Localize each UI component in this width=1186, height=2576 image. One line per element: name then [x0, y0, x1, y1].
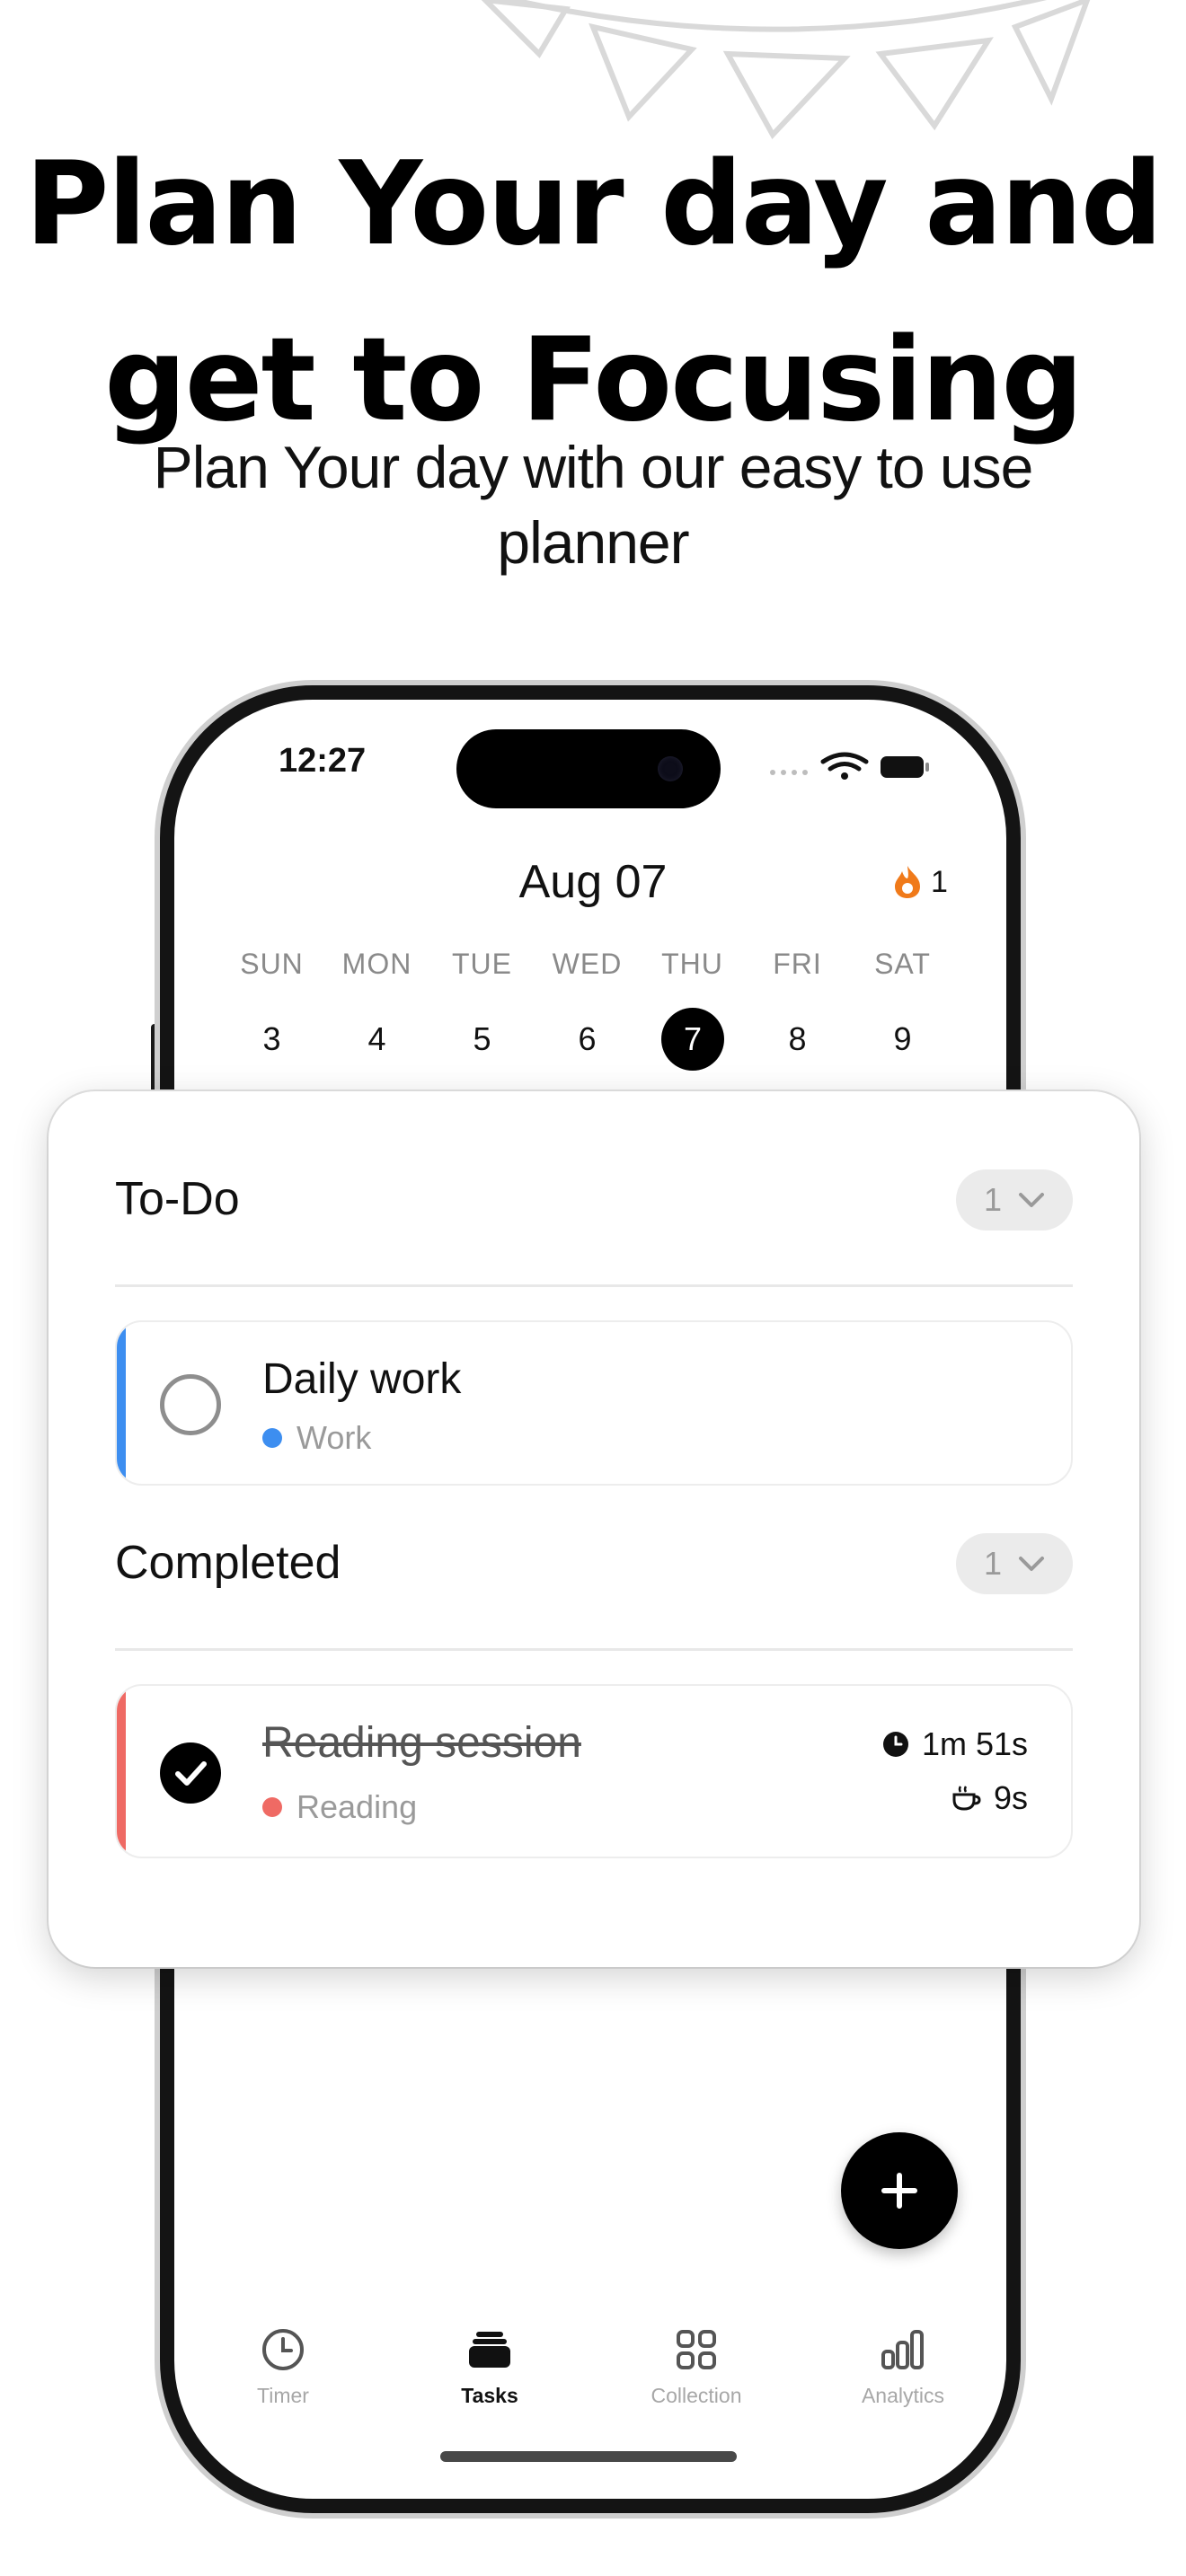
- chevron-down-icon: [1019, 1193, 1045, 1207]
- task-checkbox[interactable]: [160, 1374, 221, 1435]
- todo-count-toggle[interactable]: 1: [956, 1169, 1073, 1231]
- stack-icon: [469, 2332, 510, 2368]
- task-category-label: Reading: [296, 1788, 418, 1825]
- tab-collection[interactable]: Collection: [593, 2325, 800, 2423]
- tab-tasks[interactable]: Tasks: [386, 2325, 593, 2423]
- coffee-cup-icon: [952, 1786, 981, 1811]
- tab-label: Tasks: [461, 2384, 518, 2407]
- category-color-bar: [117, 1322, 126, 1484]
- tab-timer[interactable]: Timer: [180, 2325, 386, 2423]
- completed-task-item[interactable]: Reading session Reading 1m 51s 9s: [115, 1684, 1073, 1858]
- camera-icon: [658, 756, 683, 781]
- day-button[interactable]: 9: [850, 1008, 955, 1071]
- day-button-selected[interactable]: 7: [661, 1008, 724, 1071]
- weekday-row: SUN MON TUE WED THU FRI SAT: [219, 948, 1010, 981]
- completed-count-toggle[interactable]: 1: [956, 1533, 1073, 1594]
- divider: [115, 1648, 1073, 1651]
- flame-icon: [895, 866, 920, 898]
- promo-headline: Plan Your day and get to Focusing: [0, 117, 1186, 469]
- clock-filled-icon: [882, 1732, 908, 1757]
- task-title: Daily work: [262, 1355, 462, 1403]
- task-title: Reading session: [262, 1719, 581, 1767]
- break-time: 9s: [951, 1779, 1028, 1817]
- day-button[interactable]: 6: [535, 1008, 640, 1071]
- battery-icon: [881, 756, 929, 778]
- add-task-button[interactable]: [841, 2132, 958, 2249]
- focus-time: 1m 51s: [882, 1725, 1028, 1763]
- task-category-label: Work: [296, 1419, 372, 1456]
- weekday-label: THU: [661, 948, 723, 980]
- category-dot: [262, 1797, 282, 1817]
- bar-chart-icon: [881, 2330, 924, 2369]
- weekday-label: MON: [341, 948, 412, 980]
- focus-time-value: 1m 51s: [921, 1725, 1028, 1762]
- plus-icon: [881, 2173, 917, 2209]
- todo-section-title: To-Do: [115, 1173, 240, 1225]
- day-button[interactable]: 3: [219, 1008, 324, 1071]
- completed-count: 1: [983, 1545, 1003, 1582]
- month-label[interactable]: Aug 07: [413, 855, 773, 909]
- task-category: Reading: [262, 1788, 417, 1826]
- streak-count: 1: [931, 864, 948, 899]
- weekday-label: SUN: [240, 948, 304, 980]
- streak-badge[interactable]: 1: [891, 864, 948, 900]
- promo-subheadline: Plan Your day with our easy to use plann…: [153, 434, 1034, 576]
- weekday-label: WED: [552, 948, 623, 980]
- tab-analytics[interactable]: Analytics: [800, 2325, 1006, 2423]
- clock-icon: [262, 2329, 304, 2370]
- completed-section-title: Completed: [115, 1537, 341, 1589]
- weekday-label: FRI: [773, 948, 822, 980]
- day-row: 3 4 5 6 7 8 9: [219, 1008, 1010, 1071]
- day-button[interactable]: 8: [745, 1008, 850, 1071]
- tab-label: Timer: [257, 2384, 309, 2407]
- category-color-bar: [117, 1686, 126, 1857]
- tasks-card: To-Do 1 Daily work Work Completed 1 Read…: [49, 1091, 1139, 1967]
- wifi-icon: [820, 752, 869, 772]
- category-dot: [262, 1428, 282, 1448]
- status-icons: [770, 752, 929, 780]
- signal-icon: [770, 770, 808, 775]
- todo-task-item[interactable]: Daily work Work: [115, 1320, 1073, 1486]
- task-checkbox-checked[interactable]: [160, 1742, 221, 1804]
- status-time: 12:27: [279, 742, 367, 780]
- chevron-down-icon: [1019, 1557, 1045, 1571]
- tab-label: Analytics: [861, 2384, 945, 2407]
- weekday-label: SAT: [874, 948, 931, 980]
- home-indicator[interactable]: [440, 2451, 737, 2462]
- weekday-label: TUE: [452, 948, 512, 980]
- task-category: Work: [262, 1419, 371, 1457]
- tab-label: Collection: [651, 2384, 742, 2407]
- tab-bar: Timer Tasks Collection Analytics: [180, 2325, 1006, 2423]
- todo-count: 1: [983, 1181, 1003, 1218]
- break-time-value: 9s: [993, 1779, 1028, 1816]
- checkmark-icon: [175, 1761, 207, 1786]
- promo-headline-line1: Plan Your day and: [24, 137, 1164, 271]
- day-button[interactable]: 5: [429, 1008, 535, 1071]
- divider: [115, 1284, 1073, 1287]
- grid-icon: [677, 2330, 716, 2369]
- day-button[interactable]: 4: [324, 1008, 429, 1071]
